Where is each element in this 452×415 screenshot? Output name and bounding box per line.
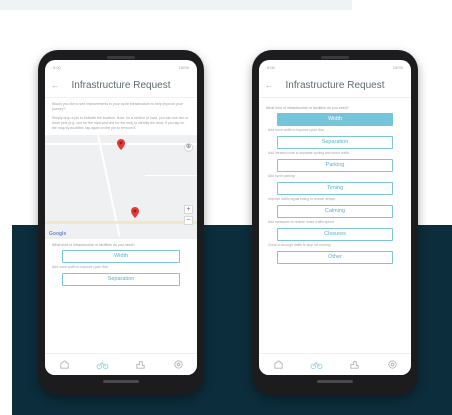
map-pin-icon[interactable] <box>117 139 125 150</box>
option-width-desc: Add more width to improve cycle flow <box>268 128 324 132</box>
page-title: Infrastructure Request <box>71 80 171 91</box>
content: Would you like to see improvements to yo… <box>45 98 197 290</box>
option-separation-button[interactable]: Separation <box>277 136 393 149</box>
option-calming-button[interactable]: Calming <box>277 205 393 218</box>
status-battery: 100% <box>178 64 189 70</box>
option-closures-button[interactable]: Closures <box>277 228 393 241</box>
map-icon[interactable] <box>347 358 361 372</box>
map-road <box>145 175 197 176</box>
phone-speaker <box>321 56 349 59</box>
zoom-out-button[interactable]: − <box>184 216 193 225</box>
option-width-button[interactable]: Width <box>62 250 180 263</box>
home-indicator <box>317 380 353 383</box>
back-arrow-icon[interactable]: ← <box>51 81 61 90</box>
page-title: Infrastructure Request <box>285 80 385 91</box>
bottom-tab-bar <box>45 353 197 375</box>
settings-icon[interactable] <box>171 358 185 372</box>
phone-screen-left: 9:00 100% ← Infrastructure Request Would… <box>45 60 197 375</box>
option-timing-button[interactable]: Timing <box>277 182 393 195</box>
phone-speaker <box>107 56 135 59</box>
question-text: What kind of infrastructure or facilitie… <box>266 106 349 110</box>
home-indicator <box>103 380 139 383</box>
bottom-tab-bar <box>259 353 411 375</box>
map-pin-icon[interactable] <box>131 207 139 218</box>
option-width-button[interactable]: Width <box>277 113 393 126</box>
option-closures-desc: Close to through traffic to stop rat-run… <box>268 243 331 247</box>
option-separation-button[interactable]: Separation <box>62 273 180 286</box>
phone-left: 9:00 100% ← Infrastructure Request Would… <box>38 50 204 395</box>
option-parking-desc: Add cycle parking <box>268 174 295 178</box>
question-text: What kind of infrastructure or facilitie… <box>52 243 135 247</box>
option-calming-desc: Add measures to reduce motor traffic spe… <box>268 220 334 224</box>
option-parking-button[interactable]: Parking <box>277 159 393 172</box>
map-road-main <box>45 221 197 224</box>
map-view[interactable]: ⊕ + − Google <box>45 135 197 239</box>
content: What kind of infrastructure or facilitie… <box>259 98 411 268</box>
compass-icon[interactable]: ⊕ <box>184 143 193 152</box>
home-icon[interactable] <box>57 358 71 372</box>
phone-right: 9:00 100% ← Infrastructure Request What … <box>252 50 418 395</box>
option-timing-desc: Improve traffic signal timing to reduce … <box>268 197 336 201</box>
status-time: 9:00 <box>267 64 275 70</box>
map-attribution: Google <box>49 231 67 237</box>
status-battery: 100% <box>392 64 403 70</box>
app-bar: ← Infrastructure Request <box>259 74 411 98</box>
map-icon[interactable] <box>133 358 147 372</box>
intro-text: Would you like to see improvements to yo… <box>52 102 183 111</box>
instructions-text: Simply drop a pin to indicate the locati… <box>52 116 189 130</box>
option-other-button[interactable]: Other <box>277 251 393 264</box>
status-time: 9:00 <box>53 64 61 70</box>
bike-icon[interactable] <box>309 358 323 372</box>
option-separation-desc: Add infrastructure to separate cycling a… <box>268 151 350 155</box>
status-bar: 9:00 100% <box>259 60 411 74</box>
bike-icon[interactable] <box>95 358 109 372</box>
settings-icon[interactable] <box>385 358 399 372</box>
zoom-in-button[interactable]: + <box>184 205 193 214</box>
app-bar: ← Infrastructure Request <box>45 74 197 98</box>
phone-screen-right: 9:00 100% ← Infrastructure Request What … <box>259 60 411 375</box>
status-bar: 9:00 100% <box>45 60 197 74</box>
top-band <box>0 0 352 10</box>
home-icon[interactable] <box>271 358 285 372</box>
option-width-desc: Add more width to improve cycle flow <box>52 265 108 269</box>
back-arrow-icon[interactable]: ← <box>265 81 275 90</box>
